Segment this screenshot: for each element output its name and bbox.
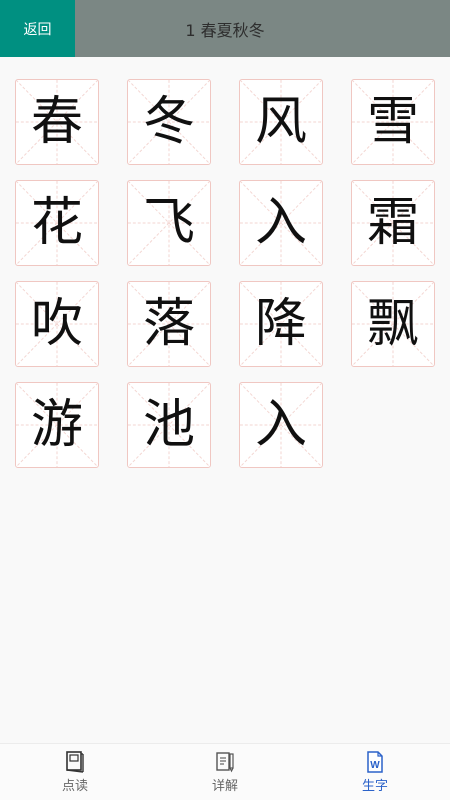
character-card[interactable]: 入 [239,382,323,468]
character-card[interactable]: 游 [15,382,99,468]
character-glyph: 雪 [366,92,419,152]
character-card[interactable]: 花 [15,180,99,266]
character-card[interactable]: 飞 [127,180,211,266]
nav-label-detail: 详解 [211,778,238,794]
character-card[interactable]: 吹 [15,281,99,367]
character-card[interactable]: 池 [127,382,211,468]
character-glyph: 飘 [366,294,419,354]
character-glyph: 飞 [142,193,195,253]
character-card[interactable]: 冬 [127,79,211,165]
bottom-nav: 点读 详解 W 生字 [0,743,450,800]
character-card[interactable]: 落 [127,281,211,367]
top-bar: 返回 1 春夏秋冬 [0,0,450,57]
character-glyph: 风 [254,92,307,152]
character-card[interactable]: 降 [239,281,323,367]
character-glyph: 入 [254,395,307,455]
svg-text:W: W [370,760,380,771]
character-glyph: 降 [254,294,307,354]
character-glyph: 吹 [30,294,83,354]
nav-item-read[interactable]: 点读 [0,744,150,800]
character-glyph: 入 [254,193,307,253]
page-title: 1 春夏秋冬 [185,20,265,40]
character-card[interactable]: 飘 [351,281,435,367]
character-card[interactable]: 春 [15,79,99,165]
nav-label-read: 点读 [61,778,88,794]
character-glyph: 霜 [366,193,419,253]
nav-item-detail[interactable]: 详解 [150,744,300,800]
character-card[interactable]: 霜 [351,180,435,266]
nav-item-new-words[interactable]: W 生字 [300,744,450,800]
character-card[interactable]: 风 [239,79,323,165]
character-card[interactable]: 雪 [351,79,435,165]
back-button[interactable]: 返回 [0,0,75,57]
book-icon [66,750,84,773]
character-glyph: 春 [30,92,83,152]
character-glyph: 游 [30,395,83,455]
character-glyph: 花 [30,193,83,253]
character-glyph: 池 [142,395,195,455]
character-card[interactable]: 入 [239,180,323,266]
word-doc-icon: W [367,750,383,773]
character-glyph: 冬 [142,92,195,152]
document-pen-icon [216,751,234,772]
nav-label-new-words: 生字 [361,778,388,794]
character-glyph: 落 [142,294,195,354]
